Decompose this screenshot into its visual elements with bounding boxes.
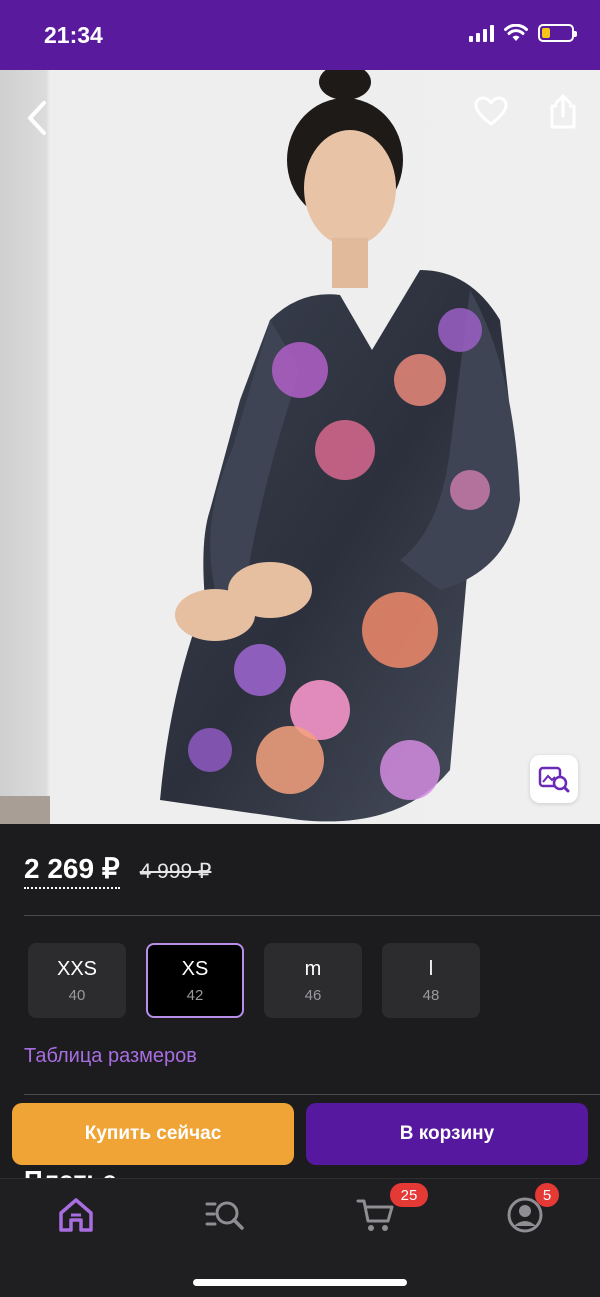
image-search-icon — [538, 766, 570, 793]
size-chip-m[interactable]: m 46 — [264, 943, 362, 1018]
size-label: XXS — [56, 957, 98, 980]
divider — [24, 915, 600, 916]
size-selector: XXS 40 XS 42 m 46 l 48 — [28, 943, 480, 1018]
size-chip-xxs[interactable]: XXS 40 — [28, 943, 126, 1018]
size-number: 46 — [304, 986, 322, 1004]
add-to-cart-button[interactable]: В корзину — [306, 1103, 588, 1165]
price-old: 4 999 ₽ — [139, 860, 212, 883]
profile-badge: 5 — [535, 1183, 559, 1207]
size-label: XS — [181, 957, 209, 980]
heart-icon[interactable] — [474, 96, 508, 126]
divider — [24, 1094, 600, 1095]
home-indicator — [193, 1279, 407, 1286]
size-number: 42 — [186, 986, 204, 1004]
size-chip-l[interactable]: l 48 — [382, 943, 480, 1018]
product-photo — [160, 70, 520, 822]
size-number: 48 — [422, 986, 440, 1004]
back-chevron-icon[interactable] — [26, 100, 48, 136]
signal-icon — [469, 24, 494, 42]
size-label: m — [304, 957, 322, 980]
size-chip-xs[interactable]: XS 42 — [146, 943, 244, 1018]
status-icons — [469, 24, 577, 42]
price-current[interactable]: 2 269 ₽ — [24, 852, 120, 889]
size-table-link[interactable]: Таблица размеров — [24, 1045, 197, 1068]
wifi-icon — [504, 24, 528, 41]
size-label: l — [428, 957, 434, 980]
buy-now-button[interactable]: Купить сейчас — [12, 1103, 294, 1165]
size-number: 40 — [68, 986, 86, 1004]
status-bar: 21:34 — [0, 0, 600, 70]
product-image[interactable] — [0, 70, 600, 824]
share-icon[interactable] — [548, 94, 578, 130]
price-row: 2 269 ₽ 4 999 ₽ — [24, 852, 211, 889]
cart-badge: 25 — [390, 1183, 428, 1207]
visual-search-button[interactable] — [530, 755, 578, 803]
cart-icon[interactable] — [356, 1195, 396, 1235]
home-icon[interactable] — [56, 1195, 96, 1235]
battery-icon — [538, 24, 577, 42]
catalog-search-icon[interactable] — [205, 1195, 245, 1235]
status-time: 21:34 — [44, 22, 103, 48]
